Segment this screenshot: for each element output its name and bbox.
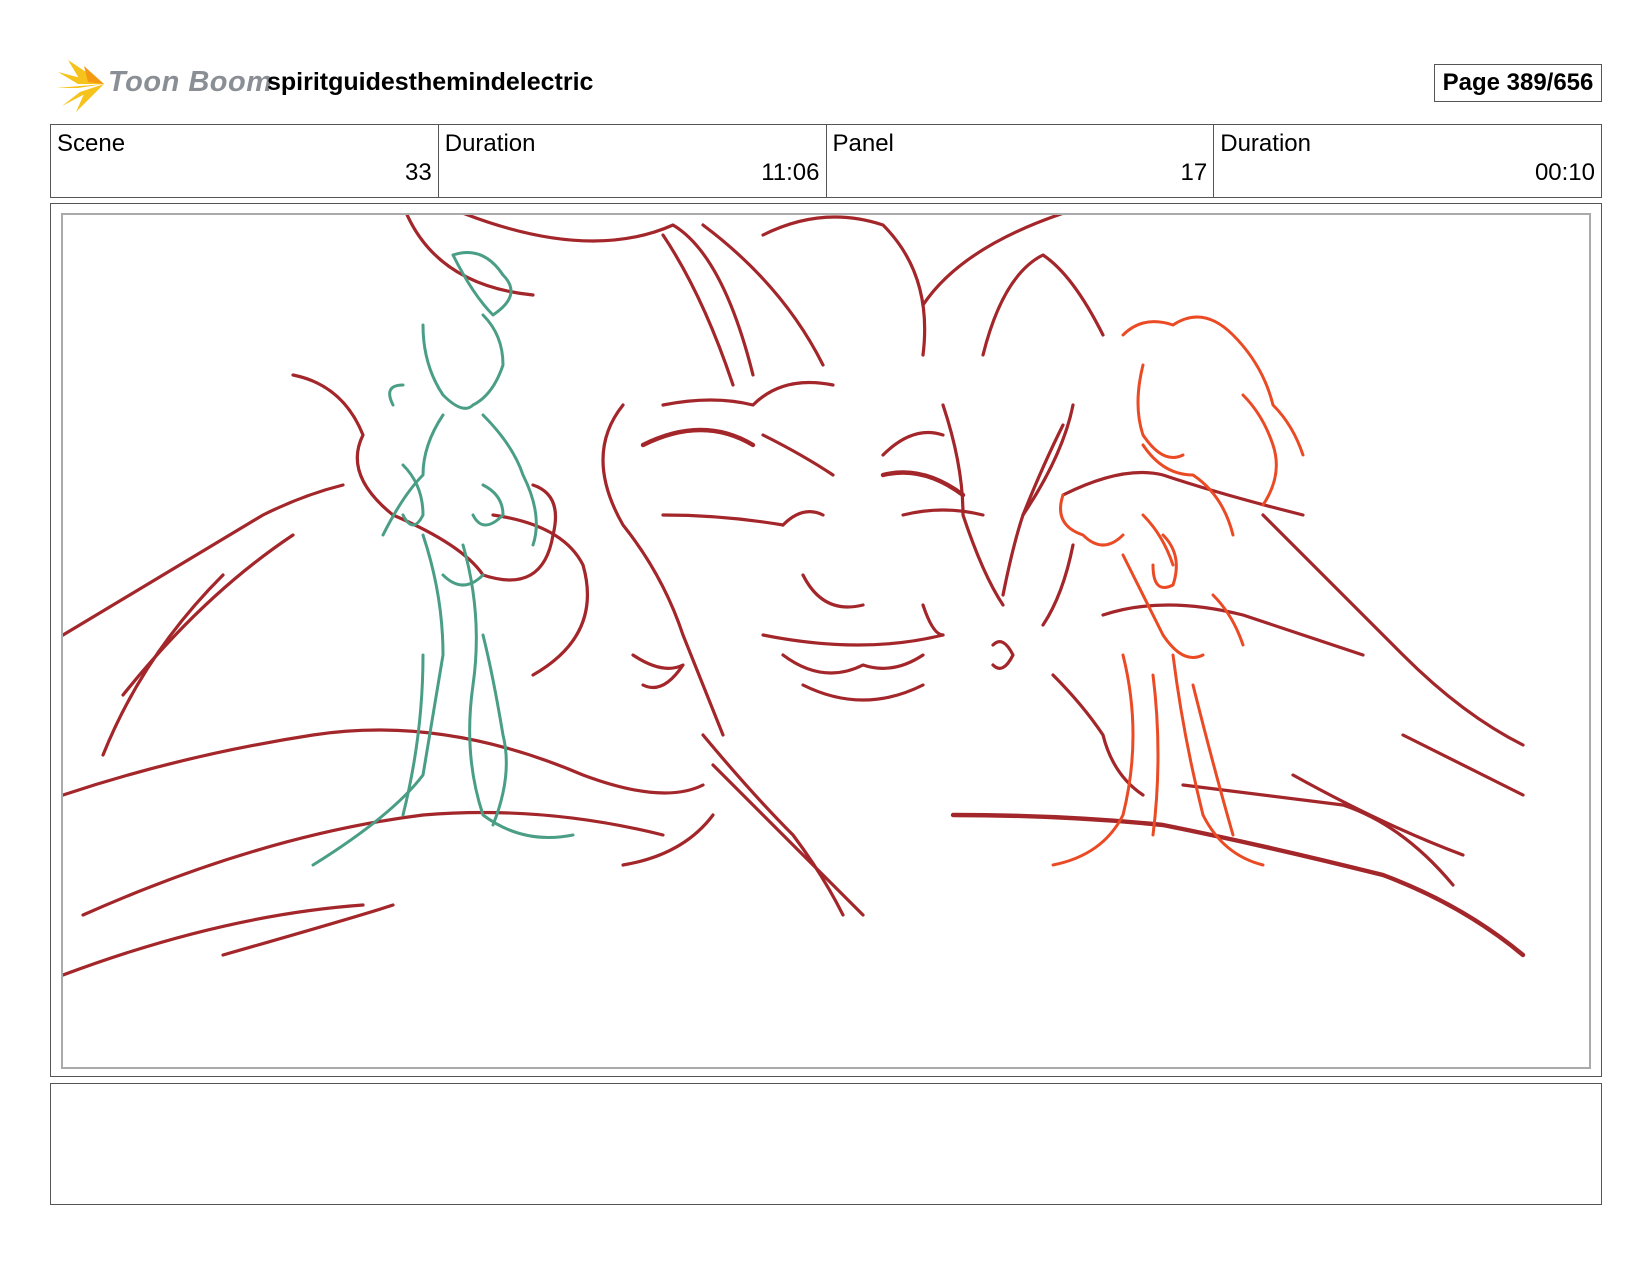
panel-cell: Panel 17 — [827, 125, 1215, 197]
scene-duration-value: 11:06 — [761, 159, 820, 186]
panel-value: 17 — [1180, 159, 1208, 186]
toon-boom-logo: Toon Boom — [54, 58, 272, 112]
panel-label: Panel — [832, 130, 894, 157]
scene-label: Scene — [57, 130, 126, 157]
starburst-icon — [56, 60, 104, 112]
sketch-drawing — [63, 215, 1526, 977]
panel-duration-cell: Duration 00:10 — [1214, 125, 1601, 197]
logo-wordmark: Toon Boom — [108, 66, 273, 98]
scene-value: 33 — [405, 159, 432, 186]
scene-cell: Scene 33 — [51, 125, 439, 197]
storyboard-panel-image — [61, 213, 1591, 1069]
panel-duration-value: 00:10 — [1534, 159, 1595, 186]
panel-notes-box — [50, 1083, 1602, 1205]
scene-duration-cell: Duration 11:06 — [439, 125, 827, 197]
scene-duration-label: Duration — [444, 130, 536, 157]
page-indicator: Page 389/656 — [1434, 64, 1602, 102]
panel-info-table: Scene 33 Duration 11:06 Panel 17 Duratio… — [50, 124, 1602, 198]
panel-duration-label: Duration — [1220, 130, 1311, 157]
project-title: spiritguidesthemindelectric — [267, 68, 594, 96]
